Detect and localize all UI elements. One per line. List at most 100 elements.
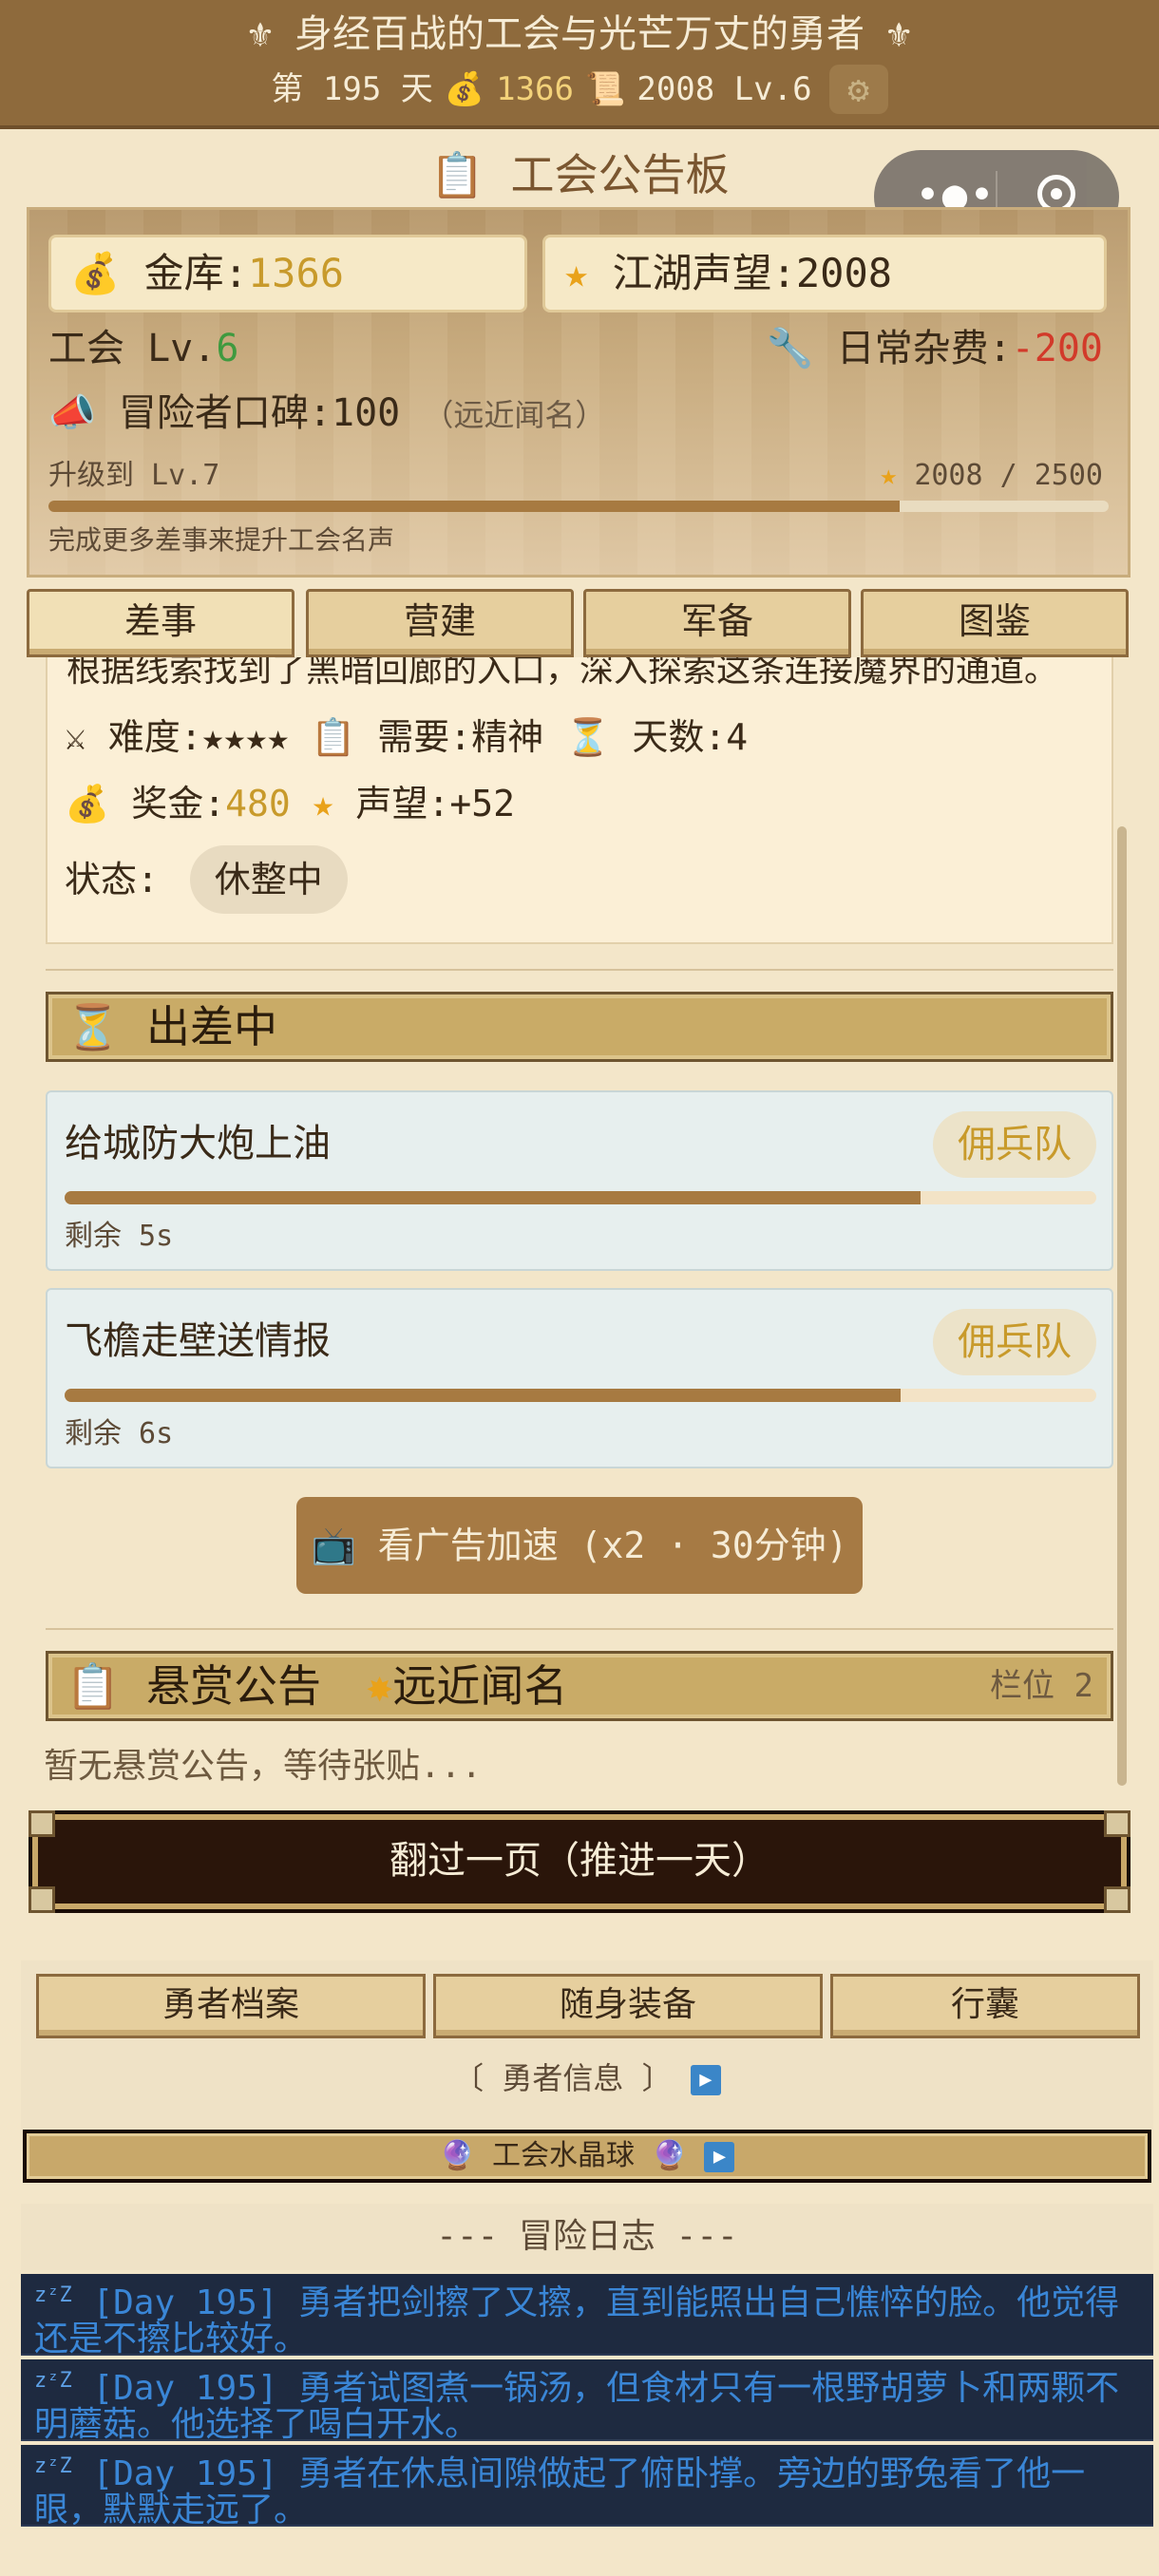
daily-cost: 🔧 日常杂费:-200	[767, 322, 1103, 375]
reward-label: 奖金:	[131, 783, 226, 824]
header-stats: 第 195 天 💰 1366 📜 2008 Lv.6 ⚙	[0, 63, 1159, 116]
guild-board-panel: 💰 金库:1366 ★ 江湖声望:2008 工会 Lv.6 🔧 日常杂费:-20…	[27, 207, 1130, 578]
log-entry-text: [Day 195] 勇者试图煮一锅汤，但食材只有一根野胡萝卜和两颗不明蘑菇。他选…	[34, 2369, 1120, 2444]
hero-panel: 勇者档案 随身装备 行囊 〔 勇者信息 〕 ▶	[21, 1960, 1153, 2150]
play-icon[interactable]: ▶	[690, 2065, 721, 2095]
ongoing-title: 出差中	[145, 1001, 277, 1052]
rep-label: 声望:	[355, 783, 450, 824]
reward-value: 480	[225, 783, 291, 824]
frame-corner	[1104, 1810, 1130, 1837]
quest-rewards: 💰 奖金:480 ★ 声望:+52	[65, 777, 515, 830]
tab-armory[interactable]: 军备	[583, 589, 851, 657]
crystal-ball-icon: 🔮	[439, 2139, 475, 2172]
sleep-icon: zᶻZ	[34, 2283, 72, 2307]
mission-team-tag: 佣兵队	[933, 1309, 1096, 1375]
quest-description: 根据线索找到了黑暗回廊的入口，深入探索这条连接魔界的通道。	[66, 657, 1059, 690]
tab-construction[interactable]: 营建	[306, 589, 574, 657]
tab-errands[interactable]: 差事	[27, 589, 294, 657]
hero-info-toggle[interactable]: 〔 勇者信息 〕 ▶	[21, 2055, 1153, 2101]
wrench-icon: 🔧	[766, 327, 814, 370]
tab-codex[interactable]: 图鉴	[861, 589, 1129, 657]
star-icon: ★	[312, 783, 334, 824]
gear-icon: ⚙	[847, 68, 870, 110]
tab-inventory[interactable]: 行囊	[830, 1974, 1140, 2038]
wom-value: 100	[332, 391, 401, 435]
star-icon: ★	[880, 459, 898, 492]
scrollbar[interactable]	[1117, 826, 1127, 1786]
crystal-ball-bar[interactable]: 🔮 工会水晶球 🔮 ▶	[23, 2130, 1151, 2183]
top-header: ⚜ 身经百战的工会与光芒万丈的勇者 ⚜ 第 195 天 💰 1366 📜 200…	[0, 0, 1159, 129]
bracket-left: 〔	[453, 2060, 484, 2096]
settings-button[interactable]: ⚙	[828, 65, 888, 114]
next-day-label: 翻过一页（推进一天）	[390, 1839, 770, 1883]
daily-cost-label: 日常杂费:	[836, 327, 1012, 370]
mission-progress-bar	[65, 1191, 1096, 1204]
money-bag-icon: 💰	[70, 250, 121, 296]
need-label: 需要:	[377, 716, 472, 758]
difficulty-label: 难度:	[107, 716, 202, 758]
status-label: 状态:	[65, 859, 159, 900]
megaphone-icon: 📣	[48, 391, 96, 435]
quest-status-row: 状态: 休整中	[65, 843, 348, 916]
bounty-title: 悬赏公告	[145, 1660, 321, 1712]
mission-progress-bar	[65, 1389, 1096, 1402]
mission-progress-fill	[65, 1191, 922, 1204]
mission-progress-fill	[65, 1389, 901, 1402]
play-icon[interactable]: ▶	[704, 2141, 735, 2172]
status-badge: 休整中	[189, 845, 348, 914]
log-entry-text: [Day 195] 勇者把剑擦了又擦，直到能照出自己憔悴的脸。他觉得还是不擦比较…	[34, 2283, 1120, 2358]
header-renown: 2008 Lv.6	[636, 70, 812, 108]
log-entry: zᶻZ [Day 195] 勇者试图煮一锅汤，但食材只有一根野胡萝卜和两颗不明蘑…	[21, 2359, 1153, 2444]
divider	[46, 969, 1113, 971]
upgrade-label: 升级到 Lv.7	[48, 459, 220, 492]
watch-ad-speedup-button[interactable]: 📺 看广告加速 (x2 · 30分钟)	[296, 1497, 863, 1594]
upgrade-progress-bar	[48, 501, 1109, 512]
log-entry: zᶻZ [Day 195] 勇者在休息间隙做起了俯卧撑。旁边的野兔看了他一眼，默…	[21, 2445, 1153, 2529]
sleep-icon: zᶻZ	[34, 2369, 72, 2393]
bounty-empty-text: 暂无悬赏公告，等待张贴...	[44, 1747, 483, 1786]
frame-corner	[28, 1810, 55, 1837]
frame-corner	[28, 1886, 55, 1913]
bounty-section-header: 📋 悬赏公告 ✸远近闻名 栏位 2	[46, 1651, 1113, 1721]
quest-requirements: ⚔ 难度:★★★★ 📋 需要:精神 ⏳ 天数:4	[65, 710, 748, 764]
errands-scroll-area[interactable]: 根据线索找到了黑暗回廊的入口，深入探索这条连接魔界的通道。 ⚔ 难度:★★★★ …	[27, 657, 1132, 1816]
tab-hero-profile[interactable]: 勇者档案	[36, 1974, 426, 2038]
treasury-label: 金库:	[143, 250, 248, 296]
treasury-box: 💰 金库:1366	[48, 235, 527, 313]
money-bag-icon: 💰	[444, 70, 485, 108]
mission-card[interactable]: 飞檐走壁送情报 佣兵队 剩余 6s	[46, 1288, 1113, 1468]
reputation-label: 江湖声望:	[612, 250, 796, 296]
frame-corner	[1104, 1886, 1130, 1913]
wom-label: 冒险者口碑:	[118, 391, 332, 435]
guild-level-value: 6	[216, 327, 239, 370]
ongoing-section-header: ⏳ 出差中	[46, 992, 1113, 1062]
quest-card[interactable]: 根据线索找到了黑暗回廊的入口，深入探索这条连接魔界的通道。 ⚔ 难度:★★★★ …	[46, 657, 1113, 944]
log-entry: zᶻZ [Day 195] 勇者把剑擦了又擦，直到能照出自己憔悴的脸。他觉得还是…	[21, 2274, 1153, 2358]
word-of-mouth: 📣 冒险者口碑:100 （远近闻名）	[48, 387, 605, 442]
upgrade-count-value: 2008 / 2500	[914, 459, 1103, 492]
guild-level-label: 工会 Lv.	[48, 327, 217, 370]
tv-icon: 📺	[311, 1525, 356, 1566]
crystal-ball-icon: 🔮	[652, 2139, 688, 2172]
hourglass-icon: ⏳	[66, 1001, 121, 1052]
daily-cost-value: -200	[1011, 327, 1103, 370]
log-entry-text: [Day 195] 勇者在休息间隙做起了俯卧撑。旁边的野兔看了他一眼，默默走远了…	[34, 2454, 1086, 2529]
difficulty-stars: ★★★★	[201, 716, 290, 758]
mission-team-tag: 佣兵队	[933, 1111, 1096, 1178]
guild-level: 工会 Lv.6	[48, 322, 238, 375]
scroll-icon: 📜	[585, 70, 626, 108]
next-day-button[interactable]: 翻过一页（推进一天）	[28, 1810, 1130, 1913]
adventure-log-title: --- 冒险日志 ---	[21, 2204, 1153, 2270]
mission-remaining: 剩余 6s	[65, 1417, 174, 1450]
sun-icon: ✸	[366, 1660, 393, 1712]
hourglass-icon: ⏳	[565, 716, 611, 758]
bounty-slots: 栏位 2	[990, 1667, 1093, 1705]
tab-equipment[interactable]: 随身装备	[433, 1974, 823, 2038]
rep-value: +52	[449, 783, 515, 824]
game-title: ⚜ 身经百战的工会与光芒万丈的勇者 ⚜	[248, 12, 911, 56]
star-icon: ★	[564, 250, 589, 296]
treasury-value: 1366	[247, 250, 345, 296]
bracket-right: 〕	[641, 2060, 673, 2096]
mission-card[interactable]: 给城防大炮上油 佣兵队 剩余 5s	[46, 1090, 1113, 1271]
reputation-box: ★ 江湖声望:2008	[542, 235, 1107, 313]
